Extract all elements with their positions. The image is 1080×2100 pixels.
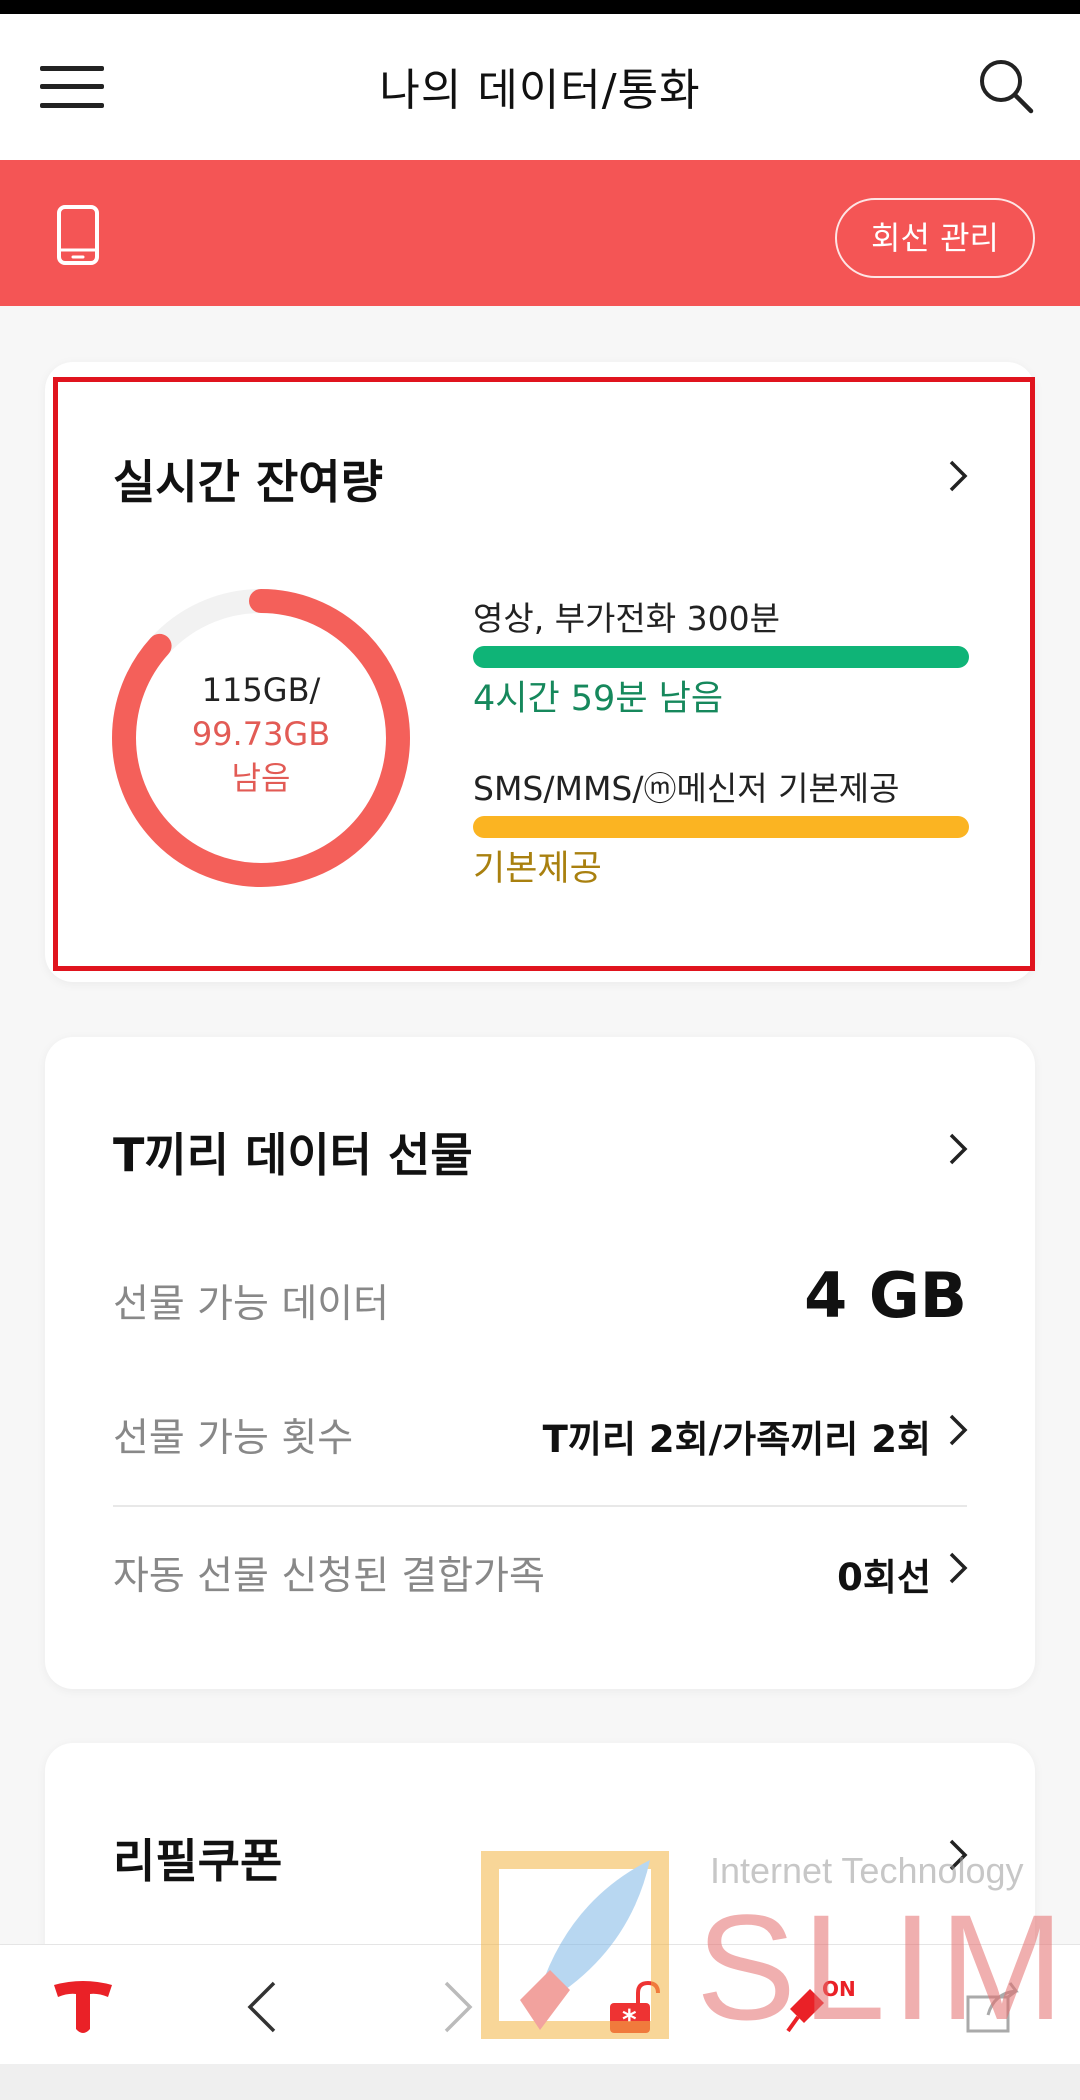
remaining-suffix: 남음 (231, 759, 291, 797)
line-manage-button[interactable]: 회선 관리 (835, 198, 1035, 278)
remaining-data: 99.73GB (191, 715, 331, 753)
page-title: 나의 데이터/통화 (379, 65, 701, 116)
gift-count-value[interactable]: T끼리 2회/가족끼리 2회 (543, 1409, 931, 1463)
pin-icon[interactable]: ON (780, 1975, 856, 2039)
phone-icon (57, 205, 99, 265)
chevron-right-icon[interactable] (945, 1838, 971, 1872)
data-gift-card[interactable]: T끼리 데이터 선물 선물 가능 데이터 4 GB 선물 가능 횟수 T끼리 2… (45, 1037, 1035, 1689)
line-bar: 회선 관리 (0, 160, 1080, 306)
usage-bar-sms (473, 816, 969, 838)
usage-label-sms: SMS/MMS/ⓜ메신저 기본제공 (473, 769, 900, 808)
tworld-logo-icon[interactable] (48, 1975, 118, 2039)
card-title: T끼리 데이터 선물 (113, 1128, 473, 1182)
card-title: 실시간 잔여량 (113, 455, 383, 509)
gift-data-label: 선물 가능 데이터 (113, 1282, 389, 1327)
chevron-right-icon[interactable] (945, 1132, 971, 1166)
chevron-right-icon[interactable] (945, 1413, 971, 1447)
usage-bar-voice (473, 646, 969, 668)
search-icon[interactable] (976, 56, 1036, 116)
total-data: 115GB/ (201, 671, 321, 709)
app-bar: 나의 데이터/통화 (0, 14, 1080, 160)
gift-count-label: 선물 가능 횟수 (113, 1416, 354, 1461)
lock-icon[interactable]: * (600, 1975, 670, 2039)
auto-gift-value[interactable]: 0회선 (837, 1547, 931, 1601)
lock-badge: * (622, 2003, 637, 2036)
card-title: 리필쿠폰 (113, 1834, 283, 1888)
usage-status-voice: 4시간 59분 남음 (473, 679, 724, 719)
back-icon[interactable] (230, 1975, 300, 2039)
donut-label: 115GB/ 99.73GB 남음 (111, 668, 411, 800)
realtime-remaining-card[interactable]: 실시간 잔여량 115GB/ 99.73GB 남음 영상, 부가전화 300분 … (45, 362, 1035, 982)
status-bar (0, 0, 1080, 14)
bottom-navigation: * ON (0, 1944, 1080, 2064)
forward-icon[interactable] (420, 1975, 490, 2039)
share-icon[interactable] (960, 1975, 1030, 2039)
usage-label-voice: 영상, 부가전화 300분 (473, 599, 780, 638)
system-nav-bar (0, 2064, 1080, 2100)
auto-gift-label: 자동 선물 신청된 결합가족 (113, 1554, 545, 1599)
divider (113, 1505, 967, 1507)
usage-status-sms: 기본제공 (473, 849, 602, 889)
pin-badge: ON (822, 1977, 856, 2001)
chevron-right-icon[interactable] (945, 1551, 971, 1585)
chevron-right-icon[interactable] (945, 459, 971, 493)
gift-data-value: 4 GB (804, 1259, 967, 1332)
